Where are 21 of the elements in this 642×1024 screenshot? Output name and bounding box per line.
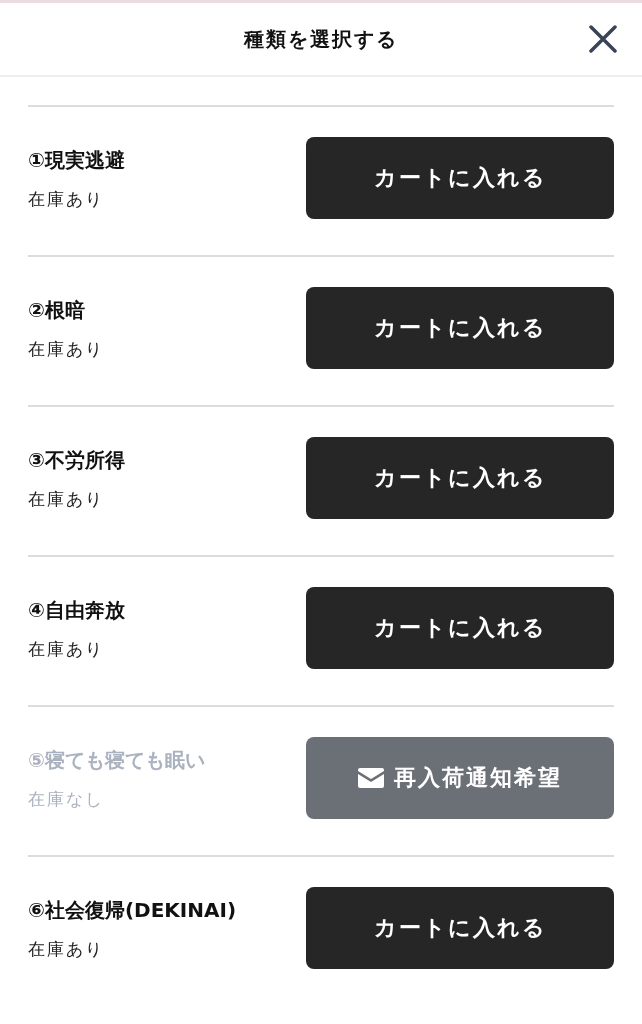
product-name: ④自由奔放 <box>28 597 126 624</box>
product-name: ⑥社会復帰(DEKINAI) <box>28 897 238 924</box>
add-to-cart-button[interactable]: カートに入れる <box>306 587 614 669</box>
product-name: ③不労所得 <box>28 447 126 474</box>
stock-status: 在庫あり <box>28 188 105 211</box>
stock-status: 在庫あり <box>28 488 105 511</box>
product-name: ②根暗 <box>28 297 86 324</box>
stock-status: 在庫あり <box>28 638 105 661</box>
stock-status: 在庫あり <box>28 338 105 361</box>
stock-status: 在庫あり <box>28 938 105 961</box>
add-to-cart-button[interactable]: カートに入れる <box>306 887 614 969</box>
add-to-cart-button[interactable]: カートに入れる <box>306 437 614 519</box>
add-to-cart-button[interactable]: カートに入れる <box>306 287 614 369</box>
product-name: ①現実逃避 <box>28 147 126 174</box>
envelope-icon <box>358 768 384 788</box>
close-icon[interactable] <box>589 25 617 53</box>
add-to-cart-button[interactable]: カートに入れる <box>306 137 614 219</box>
modal-title: 種類を選択する <box>244 25 398 53</box>
product-name: ⑤寝ても寝ても眠い <box>28 747 206 774</box>
restock-notify-button[interactable]: 再入荷通知希望 <box>306 737 614 819</box>
stock-status: 在庫なし <box>28 788 105 811</box>
